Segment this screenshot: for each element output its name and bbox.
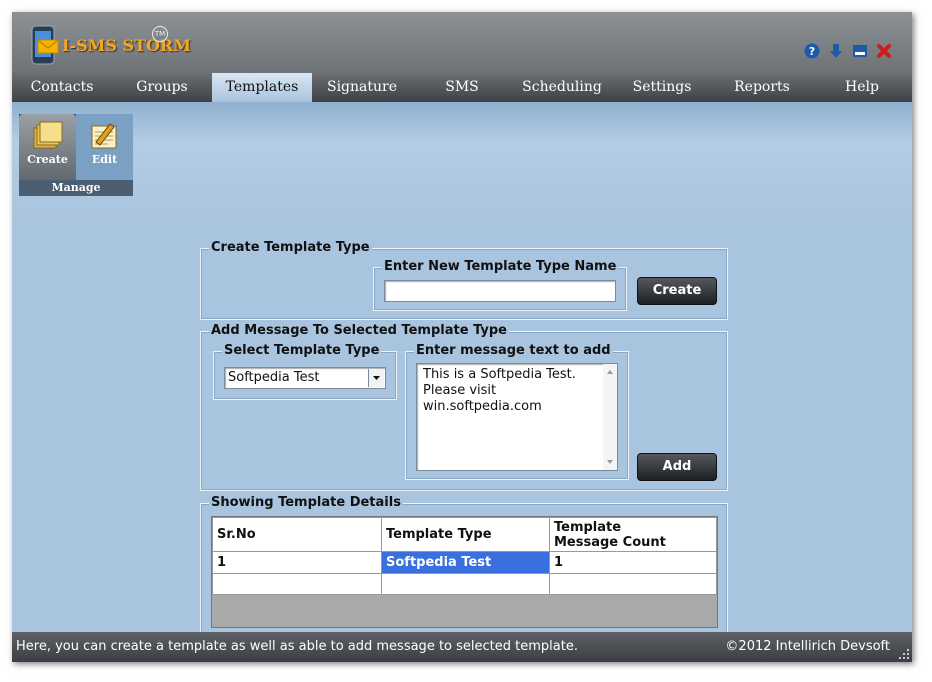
- template-type-name-input[interactable]: [384, 280, 616, 302]
- template-details-group: Showing Template Details Sr.No Template …: [200, 495, 728, 638]
- selected-template-type: Softpedia Test: [228, 370, 320, 385]
- resize-grip-icon[interactable]: [898, 648, 910, 660]
- svg-text:?: ?: [809, 45, 815, 58]
- message-line-3: win.softpedia.com: [423, 399, 542, 414]
- cell-template-type-text: Softpedia Test: [386, 555, 492, 570]
- tab-settings[interactable]: Settings: [612, 73, 712, 102]
- new-type-name-legend: Enter New Template Type Name: [382, 259, 619, 274]
- tab-scheduling[interactable]: Scheduling: [512, 73, 612, 102]
- template-details-table: Sr.No Template Type Template Message Cou…: [212, 517, 717, 595]
- select-template-type-legend: Select Template Type: [222, 343, 382, 358]
- download-icon[interactable]: [828, 43, 844, 59]
- header-sr-no[interactable]: Sr.No: [212, 517, 382, 552]
- table-row[interactable]: 1 Softpedia Test 1: [212, 551, 717, 574]
- table-row-empty[interactable]: [212, 573, 717, 595]
- close-icon[interactable]: [876, 43, 892, 59]
- title-bar: I-SMS STORM TM ?: [12, 12, 912, 73]
- cell-sr-no[interactable]: 1: [212, 551, 382, 574]
- tab-signature[interactable]: Signature: [312, 73, 412, 102]
- message-line-2: Please visit: [423, 383, 497, 398]
- edit-note-icon: [91, 123, 117, 149]
- add-message-group: Add Message To Selected Template Type Se…: [200, 323, 728, 491]
- status-message: Here, you can create a template as well …: [16, 639, 578, 654]
- create-button[interactable]: Create: [637, 277, 717, 305]
- content-area: Create Edit Manage Create Template Type …: [12, 102, 912, 638]
- header-message-count-line-2: Message Count: [554, 534, 666, 550]
- header-template-type[interactable]: Template Type: [381, 517, 550, 552]
- empty-cell[interactable]: [212, 573, 382, 595]
- create-template-button[interactable]: Create: [19, 114, 76, 186]
- header-message-count-line-1: Template: [554, 519, 622, 535]
- template-type-select[interactable]: Softpedia Test: [224, 367, 386, 389]
- empty-cell[interactable]: [381, 573, 550, 595]
- tab-groups[interactable]: Groups: [112, 73, 212, 102]
- tab-templates[interactable]: Templates: [212, 73, 312, 102]
- add-message-legend: Add Message To Selected Template Type: [209, 323, 509, 338]
- create-template-type-legend: Create Template Type: [209, 240, 372, 255]
- app-title: I-SMS STORM: [62, 36, 191, 55]
- edit-template-button[interactable]: Edit: [76, 114, 133, 186]
- template-details-legend: Showing Template Details: [209, 495, 403, 510]
- dropdown-arrow-icon[interactable]: [368, 369, 384, 387]
- main-nav: Contacts Groups Templates Signature SMS …: [12, 73, 912, 102]
- tab-sms[interactable]: SMS: [412, 73, 512, 102]
- app-logo-icon: [31, 25, 59, 65]
- app-window: I-SMS STORM TM ? Contacts Groups Templat…: [12, 12, 912, 662]
- message-text-group: Enter message text to add This is a Soft…: [405, 343, 629, 480]
- ribbon-manage-group: Create Edit Manage: [19, 114, 133, 196]
- header-message-count[interactable]: Template Message Count: [549, 517, 717, 552]
- new-type-name-group: Enter New Template Type Name: [373, 259, 627, 311]
- message-line-1: This is a Softpedia Test.: [423, 367, 576, 382]
- select-template-type-group: Select Template Type Softpedia Test: [213, 343, 397, 400]
- edit-label: Edit: [91, 153, 118, 166]
- tab-help[interactable]: Help: [812, 73, 912, 102]
- tab-contacts[interactable]: Contacts: [12, 73, 112, 102]
- ribbon-group-label: Manage: [19, 180, 133, 196]
- template-details-grid: Sr.No Template Type Template Message Cou…: [211, 516, 718, 628]
- create-template-type-group: Create Template Type Enter New Template …: [200, 240, 728, 320]
- tab-reports[interactable]: Reports: [712, 73, 812, 102]
- empty-cell[interactable]: [549, 573, 717, 595]
- cell-message-count[interactable]: 1: [549, 551, 717, 574]
- help-icon[interactable]: ?: [804, 43, 820, 59]
- add-button[interactable]: Add: [637, 453, 717, 481]
- message-scrollbar[interactable]: [603, 364, 617, 470]
- copyright-text: ©2012 Intellirich Devsoft: [725, 639, 890, 654]
- trademark-badge: TM: [152, 26, 168, 42]
- folder-stack-icon: [33, 121, 63, 149]
- table-header-row: Sr.No Template Type Template Message Cou…: [212, 517, 717, 552]
- create-label: Create: [27, 153, 68, 166]
- status-bar: Here, you can create a template as well …: [12, 632, 912, 662]
- message-textarea[interactable]: This is a Softpedia Test. Please visit w…: [416, 363, 618, 471]
- minimize-icon[interactable]: [852, 43, 868, 59]
- message-text-legend: Enter message text to add: [414, 343, 613, 358]
- cell-template-type[interactable]: Softpedia Test: [381, 551, 550, 574]
